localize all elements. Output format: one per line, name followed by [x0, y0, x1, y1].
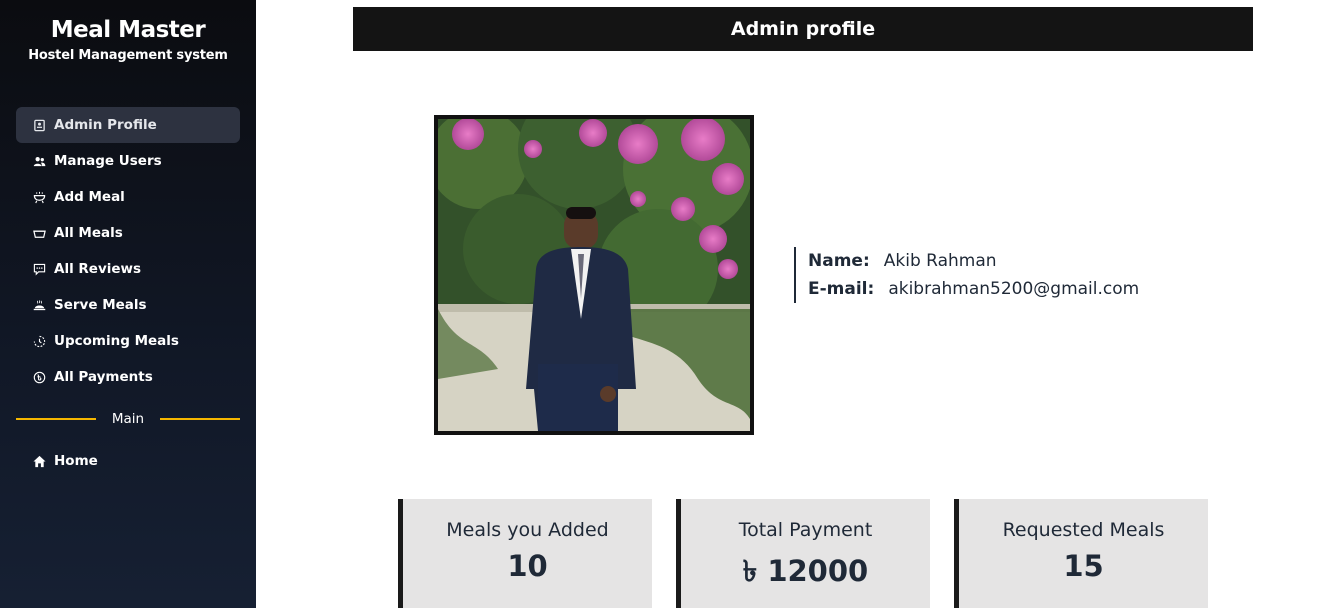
sidebar-item-serve-meals[interactable]: Serve Meals — [16, 287, 240, 323]
brand-subtitle: Hostel Management system — [28, 48, 228, 63]
reviews-icon — [32, 262, 46, 276]
email-row: E-mail: akibrahman5200@gmail.com — [808, 275, 1139, 303]
sidebar-item-label: Admin Profile — [54, 117, 157, 133]
email-value: akibrahman5200@gmail.com — [888, 279, 1140, 299]
add-meal-icon — [32, 190, 46, 204]
sidebar-item-upcoming-meals[interactable]: Upcoming Meals — [16, 323, 240, 359]
sidebar-nav: Admin Profile Manage Users Add Meal All … — [16, 107, 240, 395]
sidebar-item-all-payments[interactable]: All Payments — [16, 359, 240, 395]
name-row: Name: Akib Rahman — [808, 247, 1139, 275]
sidebar-item-label: Upcoming Meals — [54, 333, 179, 349]
sidebar-item-label: Serve Meals — [54, 297, 147, 313]
divider-line-right — [160, 418, 241, 420]
meals-icon — [32, 226, 46, 240]
stat-card-meals-added: Meals you Added 10 — [398, 499, 652, 608]
stat-value: 10 — [507, 549, 548, 583]
sidebar-item-label: Manage Users — [54, 153, 162, 169]
divider-label: Main — [111, 411, 145, 427]
profile-icon — [32, 118, 46, 132]
stat-card-requested-meals: Requested Meals 15 — [954, 499, 1208, 608]
profile-photo-illustration — [438, 119, 750, 431]
stat-title: Meals you Added — [446, 519, 609, 541]
payments-icon — [32, 370, 46, 384]
name-value: Akib Rahman — [883, 251, 997, 271]
sidebar-divider: Main — [16, 409, 241, 429]
sidebar-item-label: All Meals — [54, 225, 123, 241]
sidebar-item-admin-profile[interactable]: Admin Profile — [16, 107, 240, 143]
upcoming-icon — [32, 334, 46, 348]
profile-info: Name: Akib Rahman E-mail: akibrahman5200… — [794, 247, 1139, 303]
sidebar: Meal Master Hostel Management system Adm… — [0, 0, 256, 608]
sidebar-item-all-reviews[interactable]: All Reviews — [16, 251, 240, 287]
stat-title: Total Payment — [738, 519, 873, 541]
users-icon — [32, 154, 46, 168]
sidebar-item-manage-users[interactable]: Manage Users — [16, 143, 240, 179]
brand-title: Meal Master — [50, 17, 206, 43]
name-label: Name: — [808, 251, 870, 271]
sidebar-item-label: All Reviews — [54, 261, 142, 277]
stat-value: 15 — [1063, 549, 1104, 583]
stat-card-total-payment: Total Payment ৳ 12000 — [676, 499, 930, 608]
sidebar-item-add-meal[interactable]: Add Meal — [16, 179, 240, 215]
profile-photo — [434, 115, 754, 435]
sidebar-item-label: All Payments — [54, 369, 153, 385]
brand: Meal Master Hostel Management system — [0, 0, 256, 63]
stat-title: Requested Meals — [1002, 519, 1165, 541]
sidebar-item-home[interactable]: Home — [16, 443, 240, 479]
home-icon — [32, 454, 46, 468]
page-title: Admin profile — [353, 7, 1253, 51]
sidebar-item-label: Add Meal — [54, 189, 125, 205]
serve-icon — [32, 298, 46, 312]
sidebar-item-label: Home — [54, 453, 98, 469]
stat-value: ৳ 12000 — [742, 554, 869, 588]
sidebar-item-all-meals[interactable]: All Meals — [16, 215, 240, 251]
sidebar-secondary-nav: Home — [16, 443, 240, 479]
email-label: E-mail: — [808, 279, 875, 299]
divider-line-left — [16, 418, 96, 420]
